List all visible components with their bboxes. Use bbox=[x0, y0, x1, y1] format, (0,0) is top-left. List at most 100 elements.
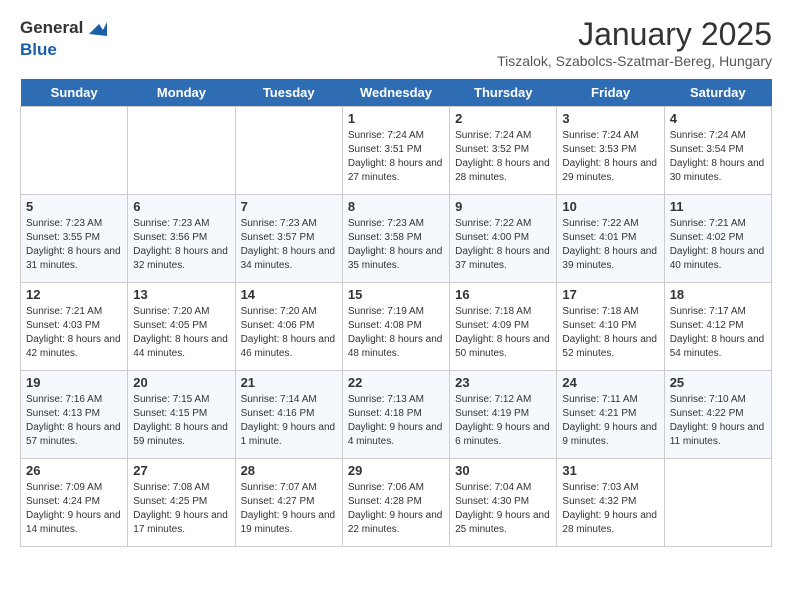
logo-icon bbox=[85, 16, 109, 40]
day-number: 9 bbox=[455, 199, 551, 214]
day-number: 23 bbox=[455, 375, 551, 390]
week-row-2: 5 Sunrise: 7:23 AM Sunset: 3:55 PM Daylig… bbox=[21, 195, 772, 283]
day-cell bbox=[664, 459, 771, 547]
day-number: 16 bbox=[455, 287, 551, 302]
day-cell: 13 Sunrise: 7:20 AM Sunset: 4:05 PM Dayli… bbox=[128, 283, 235, 371]
week-row-4: 19Sunrise: 7:16 AM Sunset: 4:13 PM Dayli… bbox=[21, 371, 772, 459]
day-info: Sunrise: 7:14 AM Sunset: 4:16 PM Dayligh… bbox=[241, 393, 337, 449]
day-cell: 29 Sunrise: 7:06 AM Sunset: 4:28 PM Dayli… bbox=[342, 459, 449, 547]
day-cell: 17 Sunrise: 7:18 AM Sunset: 4:10 PM Dayli… bbox=[557, 283, 664, 371]
calendar-title: January 2025 bbox=[497, 16, 772, 53]
day-cell: 5 Sunrise: 7:23 AM Sunset: 3:55 PM Daylig… bbox=[21, 195, 128, 283]
day-info: Sunrise: 7:09 AM Sunset: 4:24 PM Dayligh… bbox=[26, 481, 122, 537]
day-cell: 9Sunrise: 7:22 AM Sunset: 4:00 PM Daylig… bbox=[450, 195, 557, 283]
day-info: Sunrise: 7:10 AM Sunset: 4:22 PM Dayligh… bbox=[670, 393, 766, 449]
week-row-1: 1 Sunrise: 7:24 AM Sunset: 3:51 PM Daylig… bbox=[21, 107, 772, 195]
day-cell: 28 Sunrise: 7:07 AM Sunset: 4:27 PM Dayli… bbox=[235, 459, 342, 547]
day-info: Sunrise: 7:18 AM Sunset: 4:10 PM Dayligh… bbox=[562, 305, 658, 361]
title-block: January 2025 Tiszalok, Szabolcs-Szatmar-… bbox=[497, 16, 772, 69]
calendar-page: General Blue January 2025 Tiszalok, Szab… bbox=[0, 0, 792, 563]
day-cell: 18 Sunrise: 7:17 AM Sunset: 4:12 PM Dayli… bbox=[664, 283, 771, 371]
week-row-5: 26 Sunrise: 7:09 AM Sunset: 4:24 PM Dayli… bbox=[21, 459, 772, 547]
day-info: Sunrise: 7:08 AM Sunset: 4:25 PM Dayligh… bbox=[133, 481, 229, 537]
day-number: 26 bbox=[26, 463, 122, 478]
day-info: Sunrise: 7:24 AM Sunset: 3:52 PM Dayligh… bbox=[455, 129, 551, 185]
day-number: 30 bbox=[455, 463, 551, 478]
day-cell: 14Sunrise: 7:20 AM Sunset: 4:06 PM Dayli… bbox=[235, 283, 342, 371]
day-number: 28 bbox=[241, 463, 337, 478]
week-row-3: 12Sunrise: 7:21 AM Sunset: 4:03 PM Dayli… bbox=[21, 283, 772, 371]
day-header-sunday: Sunday bbox=[21, 79, 128, 107]
day-number: 18 bbox=[670, 287, 766, 302]
day-cell: 25 Sunrise: 7:10 AM Sunset: 4:22 PM Dayli… bbox=[664, 371, 771, 459]
day-info: Sunrise: 7:17 AM Sunset: 4:12 PM Dayligh… bbox=[670, 305, 766, 361]
day-number: 4 bbox=[670, 111, 766, 126]
day-number: 5 bbox=[26, 199, 122, 214]
day-info: Sunrise: 7:21 AM Sunset: 4:02 PM Dayligh… bbox=[670, 217, 766, 273]
day-cell: 11Sunrise: 7:21 AM Sunset: 4:02 PM Dayli… bbox=[664, 195, 771, 283]
day-number: 7 bbox=[241, 199, 337, 214]
day-number: 8 bbox=[348, 199, 444, 214]
day-cell: 22Sunrise: 7:13 AM Sunset: 4:18 PM Dayli… bbox=[342, 371, 449, 459]
calendar-subtitle: Tiszalok, Szabolcs-Szatmar-Bereg, Hungar… bbox=[497, 53, 772, 69]
logo-general-text: General bbox=[20, 18, 83, 38]
day-cell: 10Sunrise: 7:22 AM Sunset: 4:01 PM Dayli… bbox=[557, 195, 664, 283]
day-number: 13 bbox=[133, 287, 229, 302]
day-number: 2 bbox=[455, 111, 551, 126]
day-info: Sunrise: 7:15 AM Sunset: 4:15 PM Dayligh… bbox=[133, 393, 229, 449]
day-cell: 31Sunrise: 7:03 AM Sunset: 4:32 PM Dayli… bbox=[557, 459, 664, 547]
day-cell bbox=[235, 107, 342, 195]
day-number: 17 bbox=[562, 287, 658, 302]
day-number: 20 bbox=[133, 375, 229, 390]
day-number: 24 bbox=[562, 375, 658, 390]
day-number: 19 bbox=[26, 375, 122, 390]
day-info: Sunrise: 7:04 AM Sunset: 4:30 PM Dayligh… bbox=[455, 481, 551, 537]
logo: General Blue bbox=[20, 16, 109, 60]
header-row: SundayMondayTuesdayWednesdayThursdayFrid… bbox=[21, 79, 772, 107]
day-cell: 27Sunrise: 7:08 AM Sunset: 4:25 PM Dayli… bbox=[128, 459, 235, 547]
day-number: 1 bbox=[348, 111, 444, 126]
day-info: Sunrise: 7:12 AM Sunset: 4:19 PM Dayligh… bbox=[455, 393, 551, 449]
day-number: 10 bbox=[562, 199, 658, 214]
day-cell bbox=[128, 107, 235, 195]
day-info: Sunrise: 7:24 AM Sunset: 3:54 PM Dayligh… bbox=[670, 129, 766, 185]
day-cell: 16 Sunrise: 7:18 AM Sunset: 4:09 PM Dayli… bbox=[450, 283, 557, 371]
day-info: Sunrise: 7:23 AM Sunset: 3:58 PM Dayligh… bbox=[348, 217, 444, 273]
day-cell: 26 Sunrise: 7:09 AM Sunset: 4:24 PM Dayli… bbox=[21, 459, 128, 547]
page-header: General Blue January 2025 Tiszalok, Szab… bbox=[20, 16, 772, 69]
day-info: Sunrise: 7:21 AM Sunset: 4:03 PM Dayligh… bbox=[26, 305, 122, 361]
day-cell: 3Sunrise: 7:24 AM Sunset: 3:53 PM Daylig… bbox=[557, 107, 664, 195]
day-info: Sunrise: 7:19 AM Sunset: 4:08 PM Dayligh… bbox=[348, 305, 444, 361]
day-info: Sunrise: 7:20 AM Sunset: 4:05 PM Dayligh… bbox=[133, 305, 229, 361]
day-header-wednesday: Wednesday bbox=[342, 79, 449, 107]
day-number: 15 bbox=[348, 287, 444, 302]
day-header-tuesday: Tuesday bbox=[235, 79, 342, 107]
day-header-monday: Monday bbox=[128, 79, 235, 107]
day-number: 14 bbox=[241, 287, 337, 302]
day-cell: 1 Sunrise: 7:24 AM Sunset: 3:51 PM Daylig… bbox=[342, 107, 449, 195]
day-header-thursday: Thursday bbox=[450, 79, 557, 107]
day-info: Sunrise: 7:11 AM Sunset: 4:21 PM Dayligh… bbox=[562, 393, 658, 449]
day-cell: 21Sunrise: 7:14 AM Sunset: 4:16 PM Dayli… bbox=[235, 371, 342, 459]
day-number: 29 bbox=[348, 463, 444, 478]
day-info: Sunrise: 7:23 AM Sunset: 3:55 PM Dayligh… bbox=[26, 217, 122, 273]
day-info: Sunrise: 7:13 AM Sunset: 4:18 PM Dayligh… bbox=[348, 393, 444, 449]
day-info: Sunrise: 7:18 AM Sunset: 4:09 PM Dayligh… bbox=[455, 305, 551, 361]
day-cell: 6Sunrise: 7:23 AM Sunset: 3:56 PM Daylig… bbox=[128, 195, 235, 283]
day-cell: 8 Sunrise: 7:23 AM Sunset: 3:58 PM Daylig… bbox=[342, 195, 449, 283]
day-number: 25 bbox=[670, 375, 766, 390]
day-cell: 12Sunrise: 7:21 AM Sunset: 4:03 PM Dayli… bbox=[21, 283, 128, 371]
day-cell: 4 Sunrise: 7:24 AM Sunset: 3:54 PM Daylig… bbox=[664, 107, 771, 195]
day-info: Sunrise: 7:23 AM Sunset: 3:57 PM Dayligh… bbox=[241, 217, 337, 273]
day-info: Sunrise: 7:24 AM Sunset: 3:53 PM Dayligh… bbox=[562, 129, 658, 185]
day-info: Sunrise: 7:07 AM Sunset: 4:27 PM Dayligh… bbox=[241, 481, 337, 537]
day-info: Sunrise: 7:24 AM Sunset: 3:51 PM Dayligh… bbox=[348, 129, 444, 185]
day-number: 6 bbox=[133, 199, 229, 214]
day-cell: 30 Sunrise: 7:04 AM Sunset: 4:30 PM Dayli… bbox=[450, 459, 557, 547]
day-cell: 19Sunrise: 7:16 AM Sunset: 4:13 PM Dayli… bbox=[21, 371, 128, 459]
day-cell bbox=[21, 107, 128, 195]
day-number: 31 bbox=[562, 463, 658, 478]
logo-blue-text: Blue bbox=[20, 40, 109, 60]
day-cell: 24 Sunrise: 7:11 AM Sunset: 4:21 PM Dayli… bbox=[557, 371, 664, 459]
day-info: Sunrise: 7:06 AM Sunset: 4:28 PM Dayligh… bbox=[348, 481, 444, 537]
